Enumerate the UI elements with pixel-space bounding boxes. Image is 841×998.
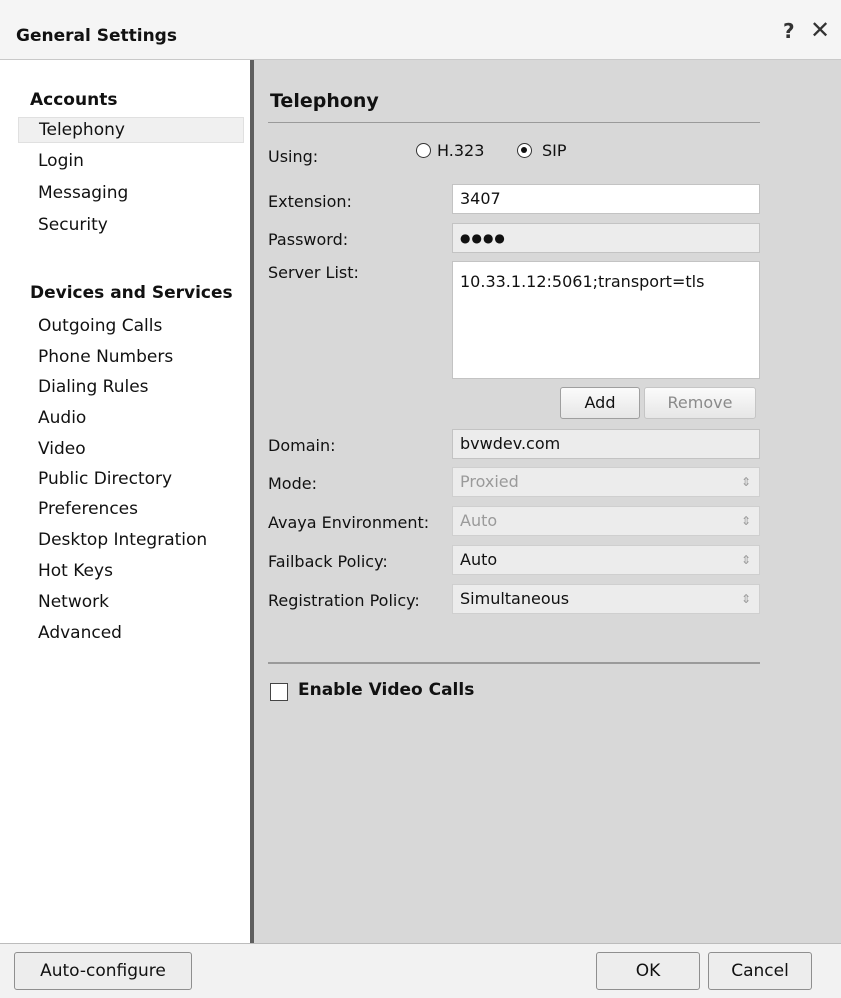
avaya-environment-label: Avaya Environment: bbox=[268, 513, 430, 532]
enable-video-checkbox[interactable] bbox=[270, 683, 288, 701]
radio-sip[interactable] bbox=[517, 143, 532, 158]
radio-h323-label[interactable]: H.323 bbox=[437, 141, 484, 160]
radio-sip-dot bbox=[521, 147, 527, 153]
avaya-environment-value: Auto bbox=[460, 511, 498, 530]
avaya-environment-select[interactable]: Auto ⇕ bbox=[452, 506, 760, 536]
sidebar-item-hot-keys[interactable]: Hot Keys bbox=[38, 561, 113, 581]
sidebar-item-advanced[interactable]: Advanced bbox=[38, 623, 122, 643]
mode-label: Mode: bbox=[268, 474, 317, 493]
domain-label: Domain: bbox=[268, 436, 336, 455]
failback-policy-value: Auto bbox=[460, 550, 498, 569]
sidebar-header-devices: Devices and Services bbox=[30, 283, 233, 303]
help-icon[interactable]: ? bbox=[783, 19, 795, 43]
sidebar-item-preferences[interactable]: Preferences bbox=[38, 499, 138, 519]
cancel-button[interactable]: Cancel bbox=[708, 952, 812, 990]
telephony-panel: Telephony Using: H.323 SIP Extension: 34… bbox=[254, 60, 841, 943]
sidebar-item-phone-numbers[interactable]: Phone Numbers bbox=[38, 347, 173, 367]
mode-value: Proxied bbox=[460, 472, 519, 491]
remove-button[interactable]: Remove bbox=[644, 387, 756, 419]
registration-policy-value: Simultaneous bbox=[460, 589, 570, 608]
domain-field[interactable]: bvwdev.com bbox=[452, 429, 760, 459]
up-down-arrow-icon: ⇕ bbox=[740, 514, 751, 528]
sidebar-header-accounts: Accounts bbox=[30, 90, 118, 110]
ok-button[interactable]: OK bbox=[596, 952, 700, 990]
window-title: General Settings bbox=[16, 26, 177, 46]
title-bar: General Settings ? ✕ bbox=[0, 0, 841, 60]
title-divider bbox=[268, 122, 760, 123]
password-label: Password: bbox=[268, 230, 349, 249]
sidebar-item-public-directory[interactable]: Public Directory bbox=[38, 469, 172, 489]
sidebar-item-login[interactable]: Login bbox=[38, 151, 84, 171]
registration-policy-label: Registration Policy: bbox=[268, 591, 420, 610]
sidebar-item-network[interactable]: Network bbox=[38, 592, 109, 612]
sidebar-item-telephony[interactable]: Telephony bbox=[18, 117, 244, 143]
dialog-footer: Auto-configure OK Cancel bbox=[0, 943, 841, 998]
sidebar: Accounts Telephony Login Messaging Secur… bbox=[0, 60, 250, 943]
registration-policy-select[interactable]: Simultaneous ⇕ bbox=[452, 584, 760, 614]
sidebar-item-messaging[interactable]: Messaging bbox=[38, 183, 128, 203]
server-list-textarea[interactable]: 10.33.1.12:5061;transport=tls bbox=[452, 261, 760, 379]
radio-h323[interactable] bbox=[416, 143, 431, 158]
close-icon[interactable]: ✕ bbox=[810, 16, 830, 44]
add-button[interactable]: Add bbox=[560, 387, 640, 419]
sidebar-item-desktop-integration[interactable]: Desktop Integration bbox=[38, 530, 207, 550]
sidebar-item-outgoing-calls[interactable]: Outgoing Calls bbox=[38, 316, 162, 336]
sidebar-item-dialing-rules[interactable]: Dialing Rules bbox=[38, 377, 149, 397]
enable-video-label[interactable]: Enable Video Calls bbox=[298, 680, 474, 700]
panel-title: Telephony bbox=[270, 90, 379, 112]
extension-label: Extension: bbox=[268, 192, 352, 211]
sidebar-item-audio[interactable]: Audio bbox=[38, 408, 86, 428]
extension-field[interactable]: 3407 bbox=[452, 184, 760, 214]
auto-configure-button[interactable]: Auto-configure bbox=[14, 952, 192, 990]
section-divider bbox=[268, 662, 760, 664]
sidebar-item-video[interactable]: Video bbox=[38, 439, 86, 459]
settings-window: General Settings ? ✕ Accounts Telephony … bbox=[0, 0, 841, 998]
failback-policy-select[interactable]: Auto ⇕ bbox=[452, 545, 760, 575]
password-field[interactable]: ●●●● bbox=[452, 223, 760, 253]
up-down-arrow-icon: ⇕ bbox=[740, 553, 751, 567]
sidebar-item-security[interactable]: Security bbox=[38, 215, 108, 235]
radio-sip-label[interactable]: SIP bbox=[542, 141, 567, 160]
server-list-label: Server List: bbox=[268, 263, 359, 282]
up-down-arrow-icon: ⇕ bbox=[740, 475, 751, 489]
failback-policy-label: Failback Policy: bbox=[268, 552, 388, 571]
using-label: Using: bbox=[268, 147, 319, 166]
up-down-arrow-icon: ⇕ bbox=[740, 592, 751, 606]
mode-select[interactable]: Proxied ⇕ bbox=[452, 467, 760, 497]
